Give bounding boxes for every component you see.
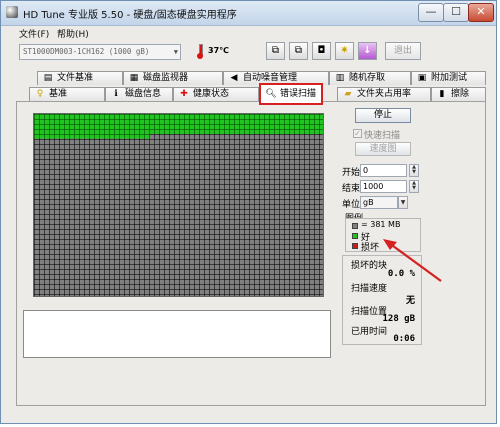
unit-select[interactable]: gB	[360, 196, 398, 209]
start-input[interactable]: 0	[360, 164, 407, 177]
tab-label: 磁盘信息	[125, 89, 162, 99]
menu-bar: 文件(F) 帮助(H)	[1, 26, 496, 40]
tab-file-benchmark[interactable]: ▤ 文件基准	[37, 71, 123, 85]
menu-file[interactable]: 文件(F)	[19, 27, 49, 40]
quick-scan-checkbox[interactable]: ✓	[353, 129, 362, 138]
block-swatch	[352, 223, 358, 229]
tab-label: 自动噪音管理	[243, 73, 298, 83]
tab-folder-usage[interactable]: ▰ 文件夹占用率	[337, 87, 431, 101]
speaker-icon: ◀	[230, 73, 238, 83]
log-area[interactable]	[23, 310, 331, 358]
tab-label: 基准	[49, 89, 68, 99]
unit-label: 单位	[342, 200, 361, 210]
elapsed-time-label: 已用时间	[351, 327, 388, 337]
copy-icon: ⧉	[271, 45, 280, 56]
speed-map-button[interactable]: 速度图	[355, 142, 411, 156]
tab-label: 磁盘监视器	[143, 73, 189, 83]
doc-icon: ▤	[43, 73, 53, 83]
tab-label: 擦除	[451, 89, 470, 99]
health-cross-icon: ✚	[180, 89, 188, 99]
random-icon: ▥	[335, 73, 345, 83]
copy-text-button[interactable]: ⧉	[289, 42, 308, 60]
temperature-readout: 37℃	[208, 46, 229, 55]
tab-label: 文件基准	[57, 73, 94, 83]
end-label: 结束	[342, 184, 361, 194]
options-icon: ✷	[340, 45, 349, 56]
folder-icon: ▰	[344, 89, 352, 99]
chevron-down-icon: ▼	[400, 199, 406, 206]
chevron-down-icon: ▼	[173, 48, 178, 56]
exit-button[interactable]: 退出	[385, 42, 421, 60]
start-spinner[interactable]: ▲ ▼	[409, 164, 419, 177]
drive-select-value: ST1000DM003-1CH162 (1000 gB)	[23, 47, 150, 56]
tab-disk-info[interactable]: ℹ 磁盘信息	[105, 87, 173, 101]
unit-select-value: gB	[363, 198, 374, 207]
main-window: HD Tune 专业版 5.50 - 硬盘/固态硬盘实用程序 — ☐ ✕ 文件(…	[0, 0, 497, 424]
tab-label: 文件夹占用率	[357, 89, 412, 99]
camera-icon: ◘	[317, 45, 326, 56]
scan-position-value: 128 gB	[382, 314, 415, 324]
info-icon: ℹ	[114, 89, 118, 99]
tab-extra-tests[interactable]: ▣ 附加测试	[411, 71, 486, 85]
block-map	[33, 113, 324, 297]
tab-label: 错误扫描	[280, 89, 317, 99]
monitor-icon: ▦	[129, 73, 139, 83]
maximize-button[interactable]: ☐	[443, 3, 469, 22]
tab-health[interactable]: ✚ 健康状态	[173, 87, 259, 101]
menu-help[interactable]: 帮助(H)	[57, 27, 89, 40]
extra-icon: ▣	[417, 73, 427, 83]
stop-button[interactable]: 停止	[355, 108, 411, 123]
title-bar[interactable]: HD Tune 专业版 5.50 - 硬盘/固态硬盘实用程序 — ☐ ✕	[1, 1, 496, 26]
minimize-button[interactable]: —	[418, 3, 444, 22]
bad-swatch	[352, 243, 358, 249]
scanned-blocks	[34, 114, 323, 139]
hdtune-app-icon	[6, 6, 18, 18]
end-input[interactable]: 1000	[360, 180, 407, 193]
tab-random-access[interactable]: ▥ 随机存取	[329, 71, 411, 85]
tab-error-scan[interactable]: 🔍︎ 错误扫描	[259, 83, 323, 105]
drive-select[interactable]: ST1000DM003-1CH162 (1000 gB) ▼	[19, 44, 181, 60]
scan-speed-value: 无	[405, 296, 415, 306]
options-button[interactable]: ✷	[335, 42, 354, 60]
spin-down-icon: ▼	[412, 185, 416, 191]
annotation-arrow-icon	[383, 239, 442, 282]
thermometer-icon	[197, 44, 203, 59]
tab-label: 健康状态	[193, 89, 230, 99]
tab-erase[interactable]: ▮ 擦除	[431, 87, 486, 101]
tab-disk-monitor[interactable]: ▦ 磁盘监视器	[123, 71, 223, 85]
download-button[interactable]: ↓	[358, 42, 377, 60]
good-swatch	[352, 233, 358, 239]
window-title: HD Tune 专业版 5.50 - 硬盘/固态硬盘实用程序	[23, 10, 237, 21]
tab-label: 附加测试	[431, 73, 468, 83]
close-button[interactable]: ✕	[468, 3, 494, 22]
bulb-icon: ♀	[36, 89, 44, 99]
elapsed-time-value: 0:06	[393, 334, 415, 344]
start-label: 开始	[342, 168, 361, 178]
bad-label: 损坏	[361, 243, 380, 253]
quick-scan-label: 快速扫描	[364, 131, 401, 141]
download-arrow-icon: ↓	[363, 45, 372, 56]
magnifier-icon: 🔍︎	[265, 89, 277, 99]
screenshot-button[interactable]: ◘	[312, 42, 331, 60]
unit-dropdown-button[interactable]: ▼	[398, 196, 408, 209]
trash-icon: ▮	[439, 89, 445, 99]
copy-text-icon: ⧉	[294, 45, 303, 56]
spin-down-icon: ▼	[412, 169, 416, 175]
block-size-label: = 381 MB	[361, 220, 401, 229]
end-spinner[interactable]: ▲ ▼	[409, 180, 419, 193]
tab-label: 随机存取	[349, 73, 386, 83]
copy-info-button[interactable]: ⧉	[266, 42, 285, 60]
tab-benchmark[interactable]: ♀ 基准	[29, 87, 105, 101]
